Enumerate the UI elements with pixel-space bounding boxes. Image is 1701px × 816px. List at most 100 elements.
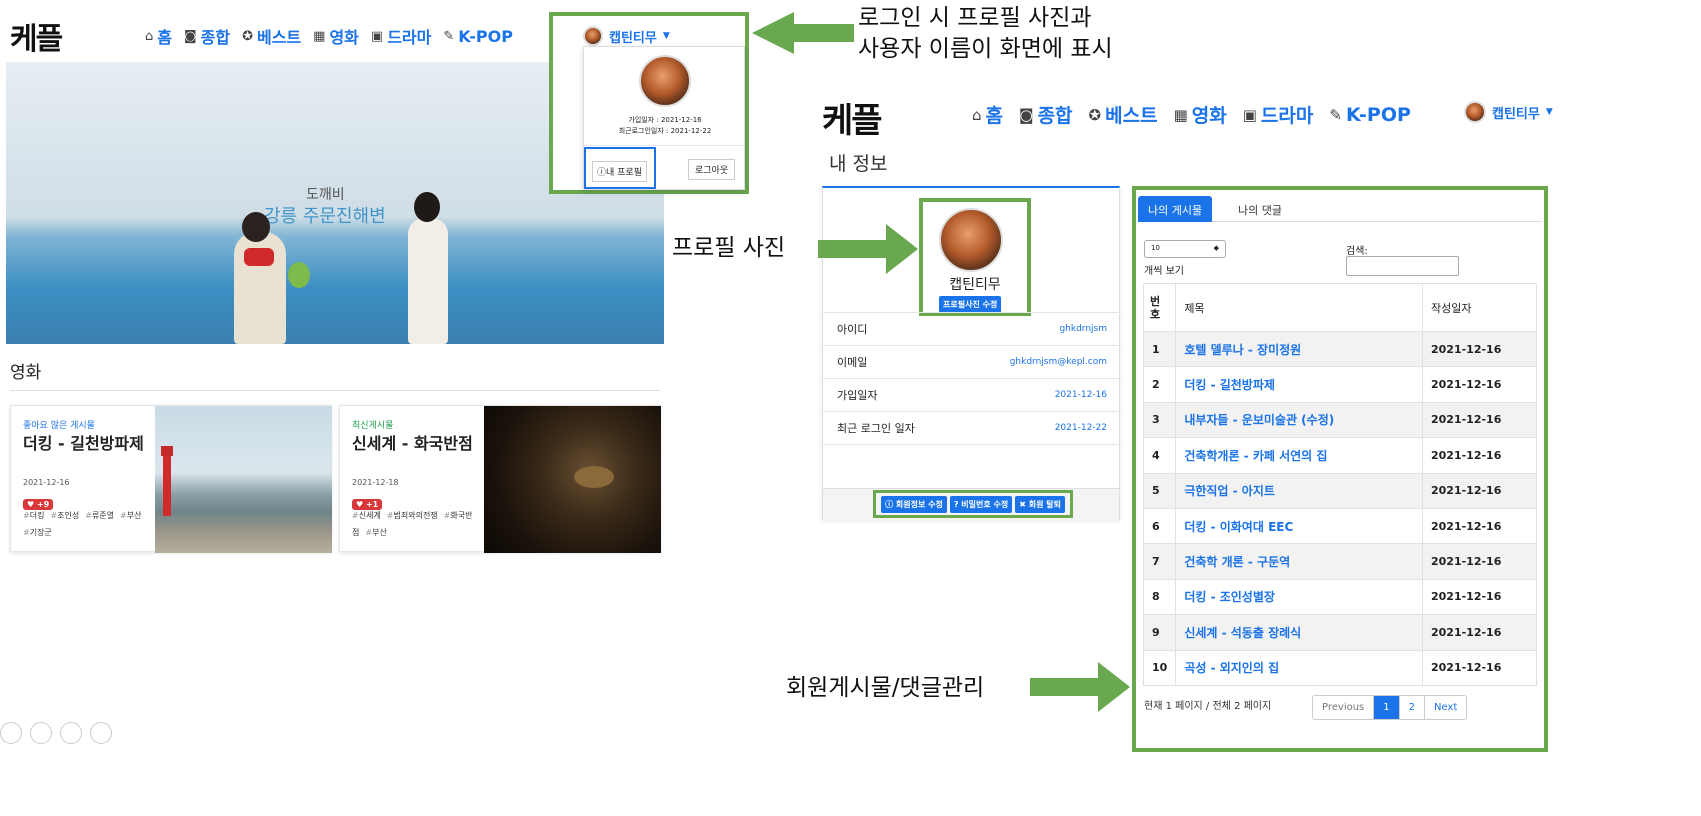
- page-size-label: 개씩 보기: [1144, 266, 1184, 277]
- post-title-link[interactable]: 건축학 개론 - 구둔역: [1175, 543, 1423, 580]
- post-title-link[interactable]: 더킹 - 조인성별장: [1175, 578, 1423, 616]
- post-title-link[interactable]: 호텔 델루나 - 장미정원: [1175, 330, 1423, 368]
- post-title-link[interactable]: 극한직업 - 아지트: [1175, 472, 1423, 509]
- pagination: Previous 1 2 Next: [1312, 695, 1468, 720]
- hashtag[interactable]: #기장군: [23, 528, 52, 537]
- column-title[interactable]: 제목: [1175, 283, 1423, 332]
- annotation-arrow: [1030, 662, 1130, 712]
- page-button[interactable]: 1: [1373, 696, 1399, 719]
- hashtag[interactable]: #범죄와의전쟁: [387, 511, 438, 520]
- post-number: 3: [1142, 401, 1177, 439]
- table-row[interactable]: 10 곡성 - 외지인의 집 2021-12-16: [1142, 649, 1537, 686]
- flowers: [288, 262, 310, 288]
- post-title-link[interactable]: 더킹 - 길천방파제: [1175, 366, 1423, 403]
- copy-icon[interactable]: [30, 722, 52, 744]
- post-title-link[interactable]: 곡성 - 외지인의 집: [1175, 649, 1423, 686]
- info-icon: ⓘ: [885, 499, 896, 509]
- hashtag[interactable]: #조인성: [50, 511, 79, 520]
- search-icon[interactable]: [60, 722, 82, 744]
- post-number: 8: [1142, 578, 1177, 616]
- award-icon: ✪: [242, 28, 253, 44]
- column-date[interactable]: 작성일자: [1422, 283, 1537, 332]
- hash-icon: #: [352, 511, 359, 520]
- edit-info-label: 회원정보 수정: [895, 499, 943, 509]
- circle-icon[interactable]: [0, 722, 22, 744]
- user-menu-toggle[interactable]: 캡틴티무 ▼: [1464, 101, 1553, 123]
- nav-item-1[interactable]: ◙ 종합: [184, 24, 230, 48]
- next-page-button[interactable]: Next: [1424, 696, 1466, 719]
- post-title-link[interactable]: 신세계 - 석동출 장례식: [1175, 614, 1423, 651]
- page-size-select[interactable]: 10 ◆: [1144, 240, 1226, 258]
- table-row[interactable]: 2 더킹 - 길천방파제 2021-12-16: [1142, 366, 1537, 403]
- hashtag[interactable]: #더킹: [23, 511, 44, 520]
- table-row[interactable]: 8 더킹 - 조인성별장 2021-12-16: [1142, 578, 1537, 616]
- post-title-link[interactable]: 더킹 - 이화여대 EEC: [1175, 507, 1423, 545]
- change-password-button[interactable]: ? 비밀번호 수정: [949, 495, 1013, 513]
- post-date: 2021-12-16: [1422, 507, 1537, 545]
- section-divider: [10, 390, 660, 391]
- site-logo[interactable]: 케플: [822, 93, 883, 142]
- annotation-photo: 프로필 사진: [672, 235, 786, 261]
- table-lamp: [574, 466, 614, 488]
- table-row[interactable]: 4 건축학개론 - 카페 서연의 집 2021-12-16: [1142, 437, 1537, 474]
- post-title-link[interactable]: 건축학개론 - 카페 서연의 집: [1175, 437, 1423, 474]
- hashtag[interactable]: #신세계: [352, 511, 381, 520]
- post-card[interactable]: 좋아요 많은 게시물 더킹 - 길천방파제 2021-12-16 ♥ +9 #더…: [10, 405, 332, 553]
- hero-subtitle: 도깨비: [306, 187, 345, 203]
- column-number[interactable]: 번호: [1142, 283, 1177, 332]
- post-title-link[interactable]: 내부자들 - 운보미술관 (수정): [1175, 401, 1423, 439]
- table-row[interactable]: 5 극한직업 - 아지트 2021-12-16: [1142, 472, 1537, 509]
- card-title[interactable]: 신세계 - 화국반점: [352, 434, 477, 454]
- withdraw-button[interactable]: ✖ 회원 탈퇴: [1015, 495, 1065, 513]
- nav-item-2[interactable]: ✪ 베스트: [1089, 101, 1158, 128]
- card-title[interactable]: 더킹 - 길천방파제: [23, 434, 148, 454]
- edit-photo-button[interactable]: 프로필사진 수정: [939, 296, 1002, 313]
- hashtag[interactable]: #부산: [120, 511, 141, 520]
- table-row[interactable]: 3 내부자들 - 운보미술관 (수정) 2021-12-16: [1142, 401, 1537, 439]
- nav-item-5[interactable]: ✎ K-POP: [1329, 104, 1411, 126]
- more-icon[interactable]: [90, 722, 112, 744]
- camera-icon: ◙: [1019, 105, 1034, 124]
- profile-photo-highlight: 캡틴티무 프로필사진 수정: [919, 198, 1031, 316]
- table-row[interactable]: 9 신세계 - 석동출 장례식 2021-12-16: [1142, 614, 1537, 651]
- nav-item-3[interactable]: ▦ 영화: [1174, 101, 1227, 128]
- nav-label: 종합: [1037, 105, 1073, 127]
- profile-name: 캡틴티무: [949, 277, 1001, 293]
- table-row[interactable]: 1 호텔 델루나 - 장미정원 2021-12-16: [1142, 330, 1537, 368]
- edit-info-button[interactable]: ⓘ 회원정보 수정: [881, 495, 947, 513]
- nav-item-2[interactable]: ✪ 베스트: [242, 24, 301, 48]
- page-button[interactable]: 2: [1398, 696, 1424, 719]
- logout-button[interactable]: 로그아웃: [688, 159, 736, 180]
- post-card[interactable]: 최신게시물 신세계 - 화국반점 2021-12-18 ♥ +1 #신세계 #범죄…: [339, 405, 661, 553]
- hashtag[interactable]: #류준열: [85, 511, 114, 520]
- head-right: [414, 192, 440, 222]
- head-left: [242, 212, 270, 242]
- nav-item-5[interactable]: ✎ K-POP: [443, 27, 513, 46]
- hashtag-label: 기장군: [29, 528, 52, 537]
- tab-my-comments[interactable]: 나의 댓글: [1228, 196, 1292, 222]
- my-profile-button[interactable]: ⓘ내 프로필: [584, 147, 656, 189]
- search-input[interactable]: [1346, 256, 1459, 276]
- tab-bar: 나의 게시물 나의 댓글: [1138, 196, 1542, 222]
- nav-item-0[interactable]: ⌂ 홈: [145, 24, 172, 48]
- film-icon: ▦: [313, 28, 326, 44]
- post-number: 10: [1142, 649, 1177, 686]
- tab-my-posts[interactable]: 나의 게시물: [1138, 196, 1213, 222]
- nav-item-0[interactable]: ⌂ 홈: [972, 101, 1003, 128]
- table-row[interactable]: 6 더킹 - 이화여대 EEC 2021-12-16: [1142, 507, 1537, 545]
- info-label: 최근 로그인 일자: [837, 422, 915, 435]
- account-buttons-highlight: ⓘ 회원정보 수정 ? 비밀번호 수정 ✖ 회원 탈퇴: [873, 490, 1073, 518]
- info-label: 아이디: [837, 323, 868, 336]
- hashtag[interactable]: #부산: [365, 528, 386, 537]
- card-badge: 최신게시물: [352, 421, 394, 431]
- user-menu-toggle[interactable]: 캡틴티무 ▼: [583, 26, 670, 46]
- site-logo[interactable]: 케플: [10, 14, 63, 58]
- prev-page-button[interactable]: Previous: [1313, 696, 1373, 719]
- nav-item-4[interactable]: ▣ 드라마: [1243, 101, 1314, 128]
- nav-item-1[interactable]: ◙ 종합: [1019, 101, 1073, 128]
- nav-item-4[interactable]: ▣ 드라마: [371, 24, 431, 48]
- info-value: ghkdrnjsm: [1059, 324, 1107, 334]
- table-row[interactable]: 7 건축학 개론 - 구둔역 2021-12-16: [1142, 543, 1537, 580]
- nav-item-3[interactable]: ▦ 영화: [313, 24, 359, 48]
- person-right: [408, 218, 448, 344]
